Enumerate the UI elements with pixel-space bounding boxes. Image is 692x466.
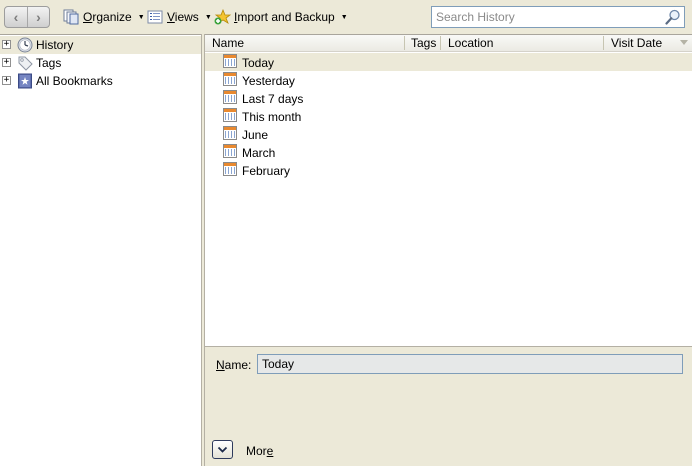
back-arrow-icon: ‹ xyxy=(13,9,19,25)
organize-icon xyxy=(63,9,79,25)
tree-item-label: All Bookmarks xyxy=(36,74,113,88)
calendar-icon xyxy=(223,90,237,104)
column-header-name[interactable]: Name xyxy=(212,37,244,50)
calendar-icon xyxy=(223,126,237,140)
search-box xyxy=(431,6,685,28)
calendar-icon xyxy=(223,108,237,122)
name-field-label: Name: xyxy=(216,358,252,372)
column-header-location[interactable]: Location xyxy=(448,37,493,50)
list-item-label: June xyxy=(242,128,269,142)
expand-toggle[interactable]: + xyxy=(2,40,11,49)
forward-button[interactable]: › xyxy=(27,7,49,27)
search-input[interactable] xyxy=(432,7,652,27)
column-header-tags[interactable]: Tags xyxy=(411,37,436,50)
search-icon[interactable] xyxy=(665,9,681,28)
tree-item-tags[interactable]: + Tags xyxy=(0,54,201,72)
tree-item-history[interactable]: + History xyxy=(0,36,201,54)
list-item[interactable]: Yesterday xyxy=(205,71,692,89)
list-item-label: Last 7 days xyxy=(242,92,304,106)
import-backup-label: Import and Backup xyxy=(234,10,335,24)
bookmarks-icon xyxy=(17,73,33,92)
list-item[interactable]: Last 7 days xyxy=(205,89,692,107)
chevron-down-icon xyxy=(217,446,228,453)
list-item[interactable]: February xyxy=(205,161,692,179)
column-divider[interactable] xyxy=(440,36,441,50)
expand-toggle[interactable]: + xyxy=(2,76,11,85)
history-list: Name Tags Location Visit Date Today Yest… xyxy=(205,34,692,346)
list-item-label: February xyxy=(242,164,291,178)
more-label[interactable]: More xyxy=(246,444,273,458)
views-list-icon xyxy=(147,9,163,25)
detail-pane: Name: Today More xyxy=(205,346,692,466)
calendar-icon xyxy=(223,54,237,68)
list-item-label: Yesterday xyxy=(242,74,295,88)
organize-label: Organize xyxy=(83,10,132,24)
list-item-label: This month xyxy=(242,110,302,124)
column-divider[interactable] xyxy=(603,36,604,50)
nav-buttons: ‹ › xyxy=(4,6,50,28)
tree-item-label: Tags xyxy=(36,56,62,70)
views-label: Views xyxy=(167,10,199,24)
tree-item-label: History xyxy=(36,38,74,52)
import-backup-menu-button[interactable]: Import and Backup ▼ xyxy=(214,8,348,26)
import-star-icon xyxy=(214,8,232,25)
calendar-icon xyxy=(223,72,237,86)
list-item[interactable]: June xyxy=(205,125,692,143)
places-tree: + History + Tags + All Bookmarks xyxy=(0,34,201,466)
organize-menu-button[interactable]: Organize ▼ xyxy=(63,8,145,26)
tree-item-all-bookmarks[interactable]: + All Bookmarks xyxy=(0,72,201,90)
toolbar: ‹ › Organize ▼ Views ▼ Import and Backup… xyxy=(0,0,692,34)
name-field[interactable]: Today xyxy=(257,354,683,374)
expand-toggle[interactable]: + xyxy=(2,58,11,67)
column-header-visit-date[interactable]: Visit Date xyxy=(611,37,662,50)
chevron-down-icon: ▼ xyxy=(340,13,348,21)
more-toggle-button[interactable] xyxy=(212,440,233,459)
chevron-down-icon: ▼ xyxy=(137,13,145,21)
sort-arrow-icon[interactable] xyxy=(680,40,688,45)
list-item[interactable]: This month xyxy=(205,107,692,125)
back-button[interactable]: ‹ xyxy=(5,7,27,27)
calendar-icon xyxy=(223,144,237,158)
list-item-label: March xyxy=(242,146,276,160)
list-item[interactable]: Today xyxy=(205,53,692,71)
calendar-icon xyxy=(223,162,237,176)
column-divider[interactable] xyxy=(404,36,405,50)
list-item-label: Today xyxy=(242,56,275,70)
column-header-row: Name Tags Location Visit Date xyxy=(205,35,692,52)
chevron-down-icon: ▼ xyxy=(204,13,212,21)
list-item[interactable]: March xyxy=(205,143,692,161)
views-menu-button[interactable]: Views ▼ xyxy=(147,8,212,26)
forward-arrow-icon: › xyxy=(36,9,41,25)
